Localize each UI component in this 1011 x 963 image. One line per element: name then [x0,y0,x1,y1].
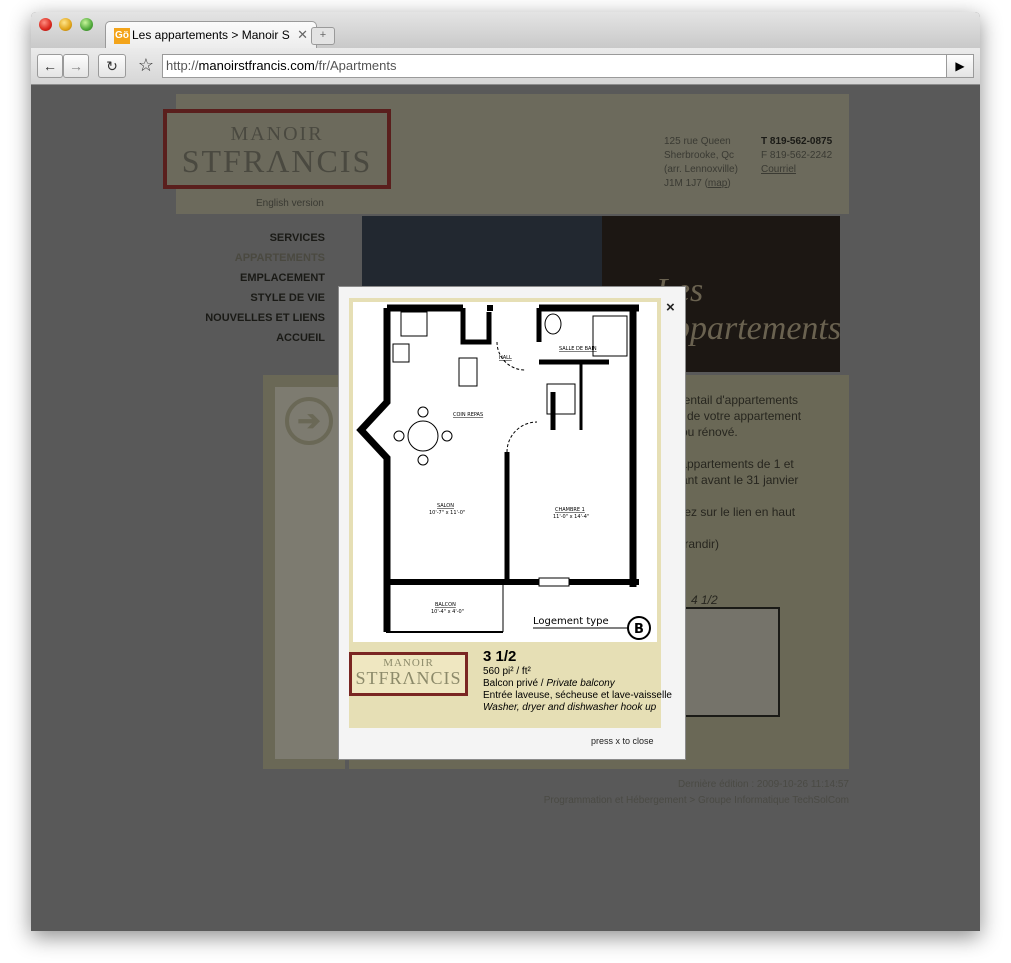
tab-close-icon[interactable]: ✕ [297,27,308,43]
nav-item-lifestyle[interactable]: STYLE DE VIE [191,288,325,308]
new-tab-button[interactable]: + [311,27,335,45]
map-link[interactable]: map [708,178,727,189]
close-icon[interactable]: × [666,299,675,316]
unit-info-card: MANOIR STFRΛNCIS 3 1/2 560 pi² / ft² Bal… [349,646,672,728]
unit-balcony: Balcon privé / Private balcony [483,678,615,689]
body-line: es de votre appartement [671,409,802,423]
url-domain: manoirstfrancis.com [198,58,315,73]
bookmark-star-icon[interactable]: ☆ [133,54,159,76]
reload-button[interactable]: ↻ [98,54,126,78]
browser-window: Gö Les appartements > Manoir S ✕ + ← → ↻… [31,12,980,931]
site-logo[interactable]: MANOIR STFRΛNCIS [163,109,391,189]
contact-block: T 819-562-0875 F 819-562-2242 Courriel [761,135,832,177]
body-text: éventail d'appartements es de votre appar… [671,392,821,568]
footer-edit-date: Dernière édition : 2009-10-26 11:14:57 [677,779,849,790]
plan-label-hall: HALL [499,355,512,361]
english-version-link[interactable]: English version [256,198,324,209]
plan-label-living-dim: 10'-7" x 11'-0" [429,510,465,516]
url-scheme: http:// [166,58,199,73]
unit-hookup-fr: Entrée laveuse, sécheuse et lave-vaissel… [483,690,672,701]
back-button[interactable]: ← [37,54,63,78]
plan-unit-letter: B [634,622,644,637]
plan-label-bath: SALLE DE BAIN [559,346,597,352]
card-logo-bottom: STFRΛNCIS [355,668,462,688]
plan-label-bedroom-dim: 11'-0" x 14'-4" [553,514,589,520]
address-line: Sherbrooke, Qc [664,150,735,161]
body-line: otant avant le 31 janvier [671,473,799,487]
unit-hookup-en: Washer, dryer and dishwasher hook up [483,702,657,713]
press-to-close-hint: press x to close [591,736,654,746]
nav-item-apartments[interactable]: APPARTEMENTS [191,248,325,268]
go-button[interactable]: ▶ [946,54,974,78]
nav-item-location[interactable]: EMPLACEMENT [191,268,325,288]
unit-title: 3 1/2 [483,648,517,665]
address-line: 125 rue Queen [664,136,731,147]
card-logo: MANOIR STFRΛNCIS [349,652,468,696]
email-link[interactable]: Courriel [761,163,832,177]
body-line: quez sur le lien en haut [671,505,796,519]
footer-credit[interactable]: Programmation et Hébergement > Groupe In… [461,793,849,809]
unit-area: 560 pi² / ft² [483,666,531,677]
browser-tab[interactable]: Gö Les appartements > Manoir S ✕ [105,21,317,49]
address-line: (arr. Lennoxville) [664,164,738,175]
favicon-icon: Gö [114,28,130,44]
plan-label-bedroom: CHAMBRE 1 [555,507,585,513]
address-line: J1M 1J7 (map) [664,178,731,189]
title-bar: Gö Les appartements > Manoir S ✕ + [31,12,980,49]
address-bar[interactable]: http://manoirstfrancis.com/fr/Apartments [162,54,951,78]
floorplan-thumbnail[interactable] [676,607,780,717]
floorplan-drawing: HALL SALLE DE BAIN COIN REPAS SALON 10'-… [353,302,657,642]
plan-label-dining: COIN REPAS [453,412,483,418]
page-content: MANOIR STFRΛNCIS English version 125 rue… [31,85,980,931]
address-block: 125 rue Queen Sherbrooke, Qc (arr. Lenno… [664,135,738,191]
browser-toolbar: ← → ↻ ☆ http://manoirstfrancis.com/fr/Ap… [31,48,980,85]
nav-item-services[interactable]: SERVICES [191,228,325,248]
plan-label-balcony-dim: 10'-4" x 4'-0" [431,609,464,615]
arrow-right-icon[interactable]: ➔ [285,397,333,445]
body-line: s appartements de 1 et [671,457,794,471]
tab-title: Les appartements > Manoir S [132,28,290,42]
body-line: éventail d'appartements [671,393,799,407]
zoom-window-button[interactable] [80,18,93,31]
fax-number: F 819-562-2242 [761,150,833,161]
forward-button[interactable]: → [63,54,89,78]
main-nav: SERVICES APPARTEMENTS EMPLACEMENT STYLE … [191,228,325,348]
close-window-button[interactable] [39,18,52,31]
footer: Dernière édition : 2009-10-26 11:14:57 P… [461,777,849,809]
plan-unit-type: Logement type [533,616,609,627]
url-path: /fr/Apartments [314,58,397,73]
nav-item-news[interactable]: NOUVELLES ET LIENS [191,308,325,328]
nav-item-home[interactable]: ACCUEIL [191,328,325,348]
plan-label-living: SALON [437,503,454,509]
lightbox-modal: HALL SALLE DE BAIN COIN REPAS SALON 10'-… [338,286,686,760]
thumb-label: 4 1/2 [691,593,718,607]
logo-text-bottom: STFRΛNCIS [181,143,373,179]
minimize-window-button[interactable] [59,18,72,31]
plan-label-balcony: BALCON [435,602,456,608]
phone-number: T 819-562-0875 [761,136,833,147]
floorplan-image: HALL SALLE DE BAIN COIN REPAS SALON 10'-… [349,298,661,646]
